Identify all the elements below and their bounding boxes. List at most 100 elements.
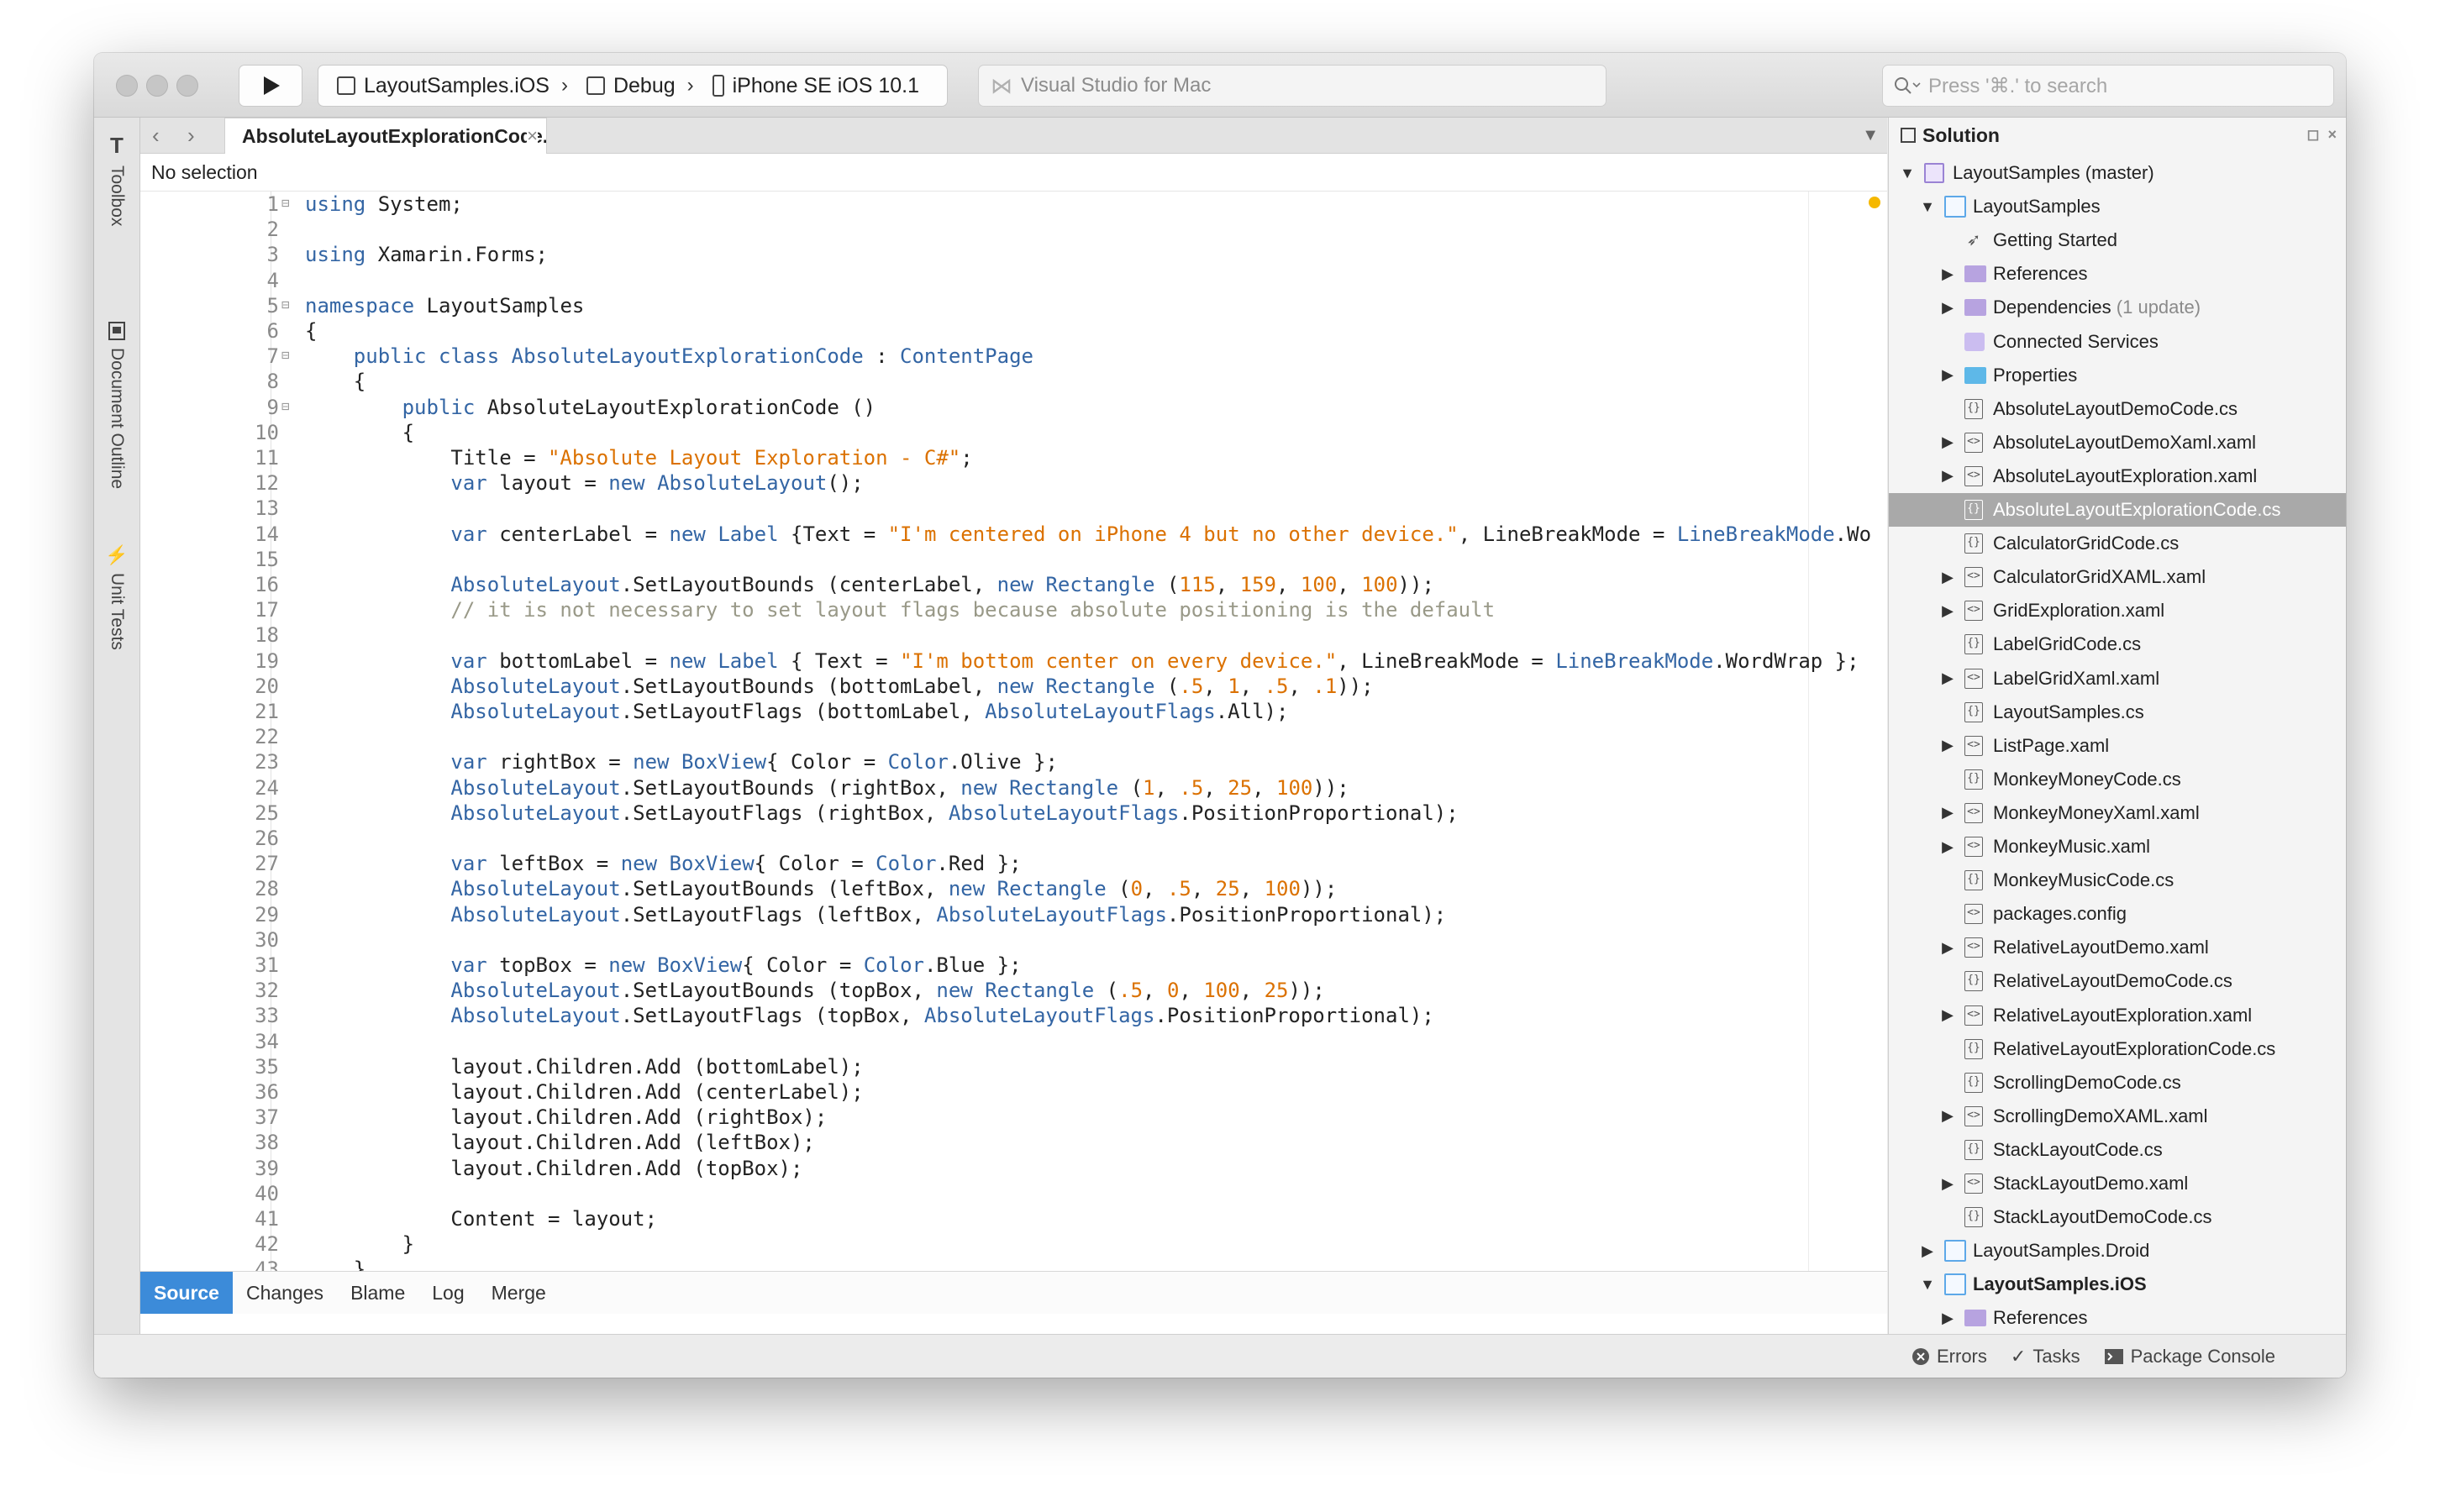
document-outline-pad-tab[interactable]: Document Outline	[94, 321, 139, 489]
package-console-button[interactable]: Package Console	[2104, 1346, 2275, 1368]
code-line[interactable]: 6{	[140, 318, 1887, 344]
tree-item[interactable]: ▶ <> MonkeyMoneyXaml.xaml	[1889, 796, 2346, 830]
tree-item[interactable]: {} ScrollingDemoCode.cs	[1889, 1066, 2346, 1100]
disclosure-collapsed-icon[interactable]: ▶	[1939, 602, 1956, 620]
configuration-selector[interactable]: Debug ›	[586, 74, 694, 98]
device-selector[interactable]: iPhone SE iOS 10.1	[712, 74, 919, 98]
fold-toggle-icon[interactable]: ⊟	[281, 192, 290, 216]
tree-item[interactable]: {} LayoutSamples.cs	[1889, 696, 2346, 729]
disclosure-expanded-icon[interactable]: ▼	[1919, 198, 1936, 216]
disclosure-collapsed-icon[interactable]: ▶	[1939, 1310, 1956, 1327]
code-line[interactable]: 15	[140, 547, 1887, 572]
disclosure-collapsed-icon[interactable]: ▶	[1939, 1107, 1956, 1125]
tree-item[interactable]: ▶ LayoutSamples.Droid	[1889, 1234, 2346, 1268]
tree-item[interactable]: ▶ <> ListPage.xaml	[1889, 729, 2346, 763]
code-line[interactable]: 8 {	[140, 369, 1887, 394]
disclosure-collapsed-icon[interactable]: ▶	[1939, 669, 1956, 687]
disclosure-collapsed-icon[interactable]: ▶	[1939, 467, 1956, 485]
close-window-button[interactable]	[116, 75, 138, 97]
tree-item[interactable]: ▶ References	[1889, 1301, 2346, 1334]
tree-item[interactable]: ▼ LayoutSamples.iOS	[1889, 1268, 2346, 1301]
code-line[interactable]: 34	[140, 1029, 1887, 1054]
code-line[interactable]: 16 AbsoluteLayout.SetLayoutBounds (cente…	[140, 572, 1887, 597]
close-pad-icon[interactable]: ×	[2327, 126, 2337, 143]
code-line[interactable]: 42 }	[140, 1231, 1887, 1257]
code-line[interactable]: 14 var centerLabel = new Label {Text = "…	[140, 522, 1887, 547]
tree-item[interactable]: ▶ References	[1889, 257, 2346, 291]
code-area[interactable]: 1 ⊟ using System; 2 3 using Xamarin.Forms; 4 5 ⊟…	[140, 192, 1887, 1271]
code-line[interactable]: 28 AbsoluteLayout.SetLayoutBounds (leftB…	[140, 876, 1887, 901]
disclosure-collapsed-icon[interactable]: ▶	[1939, 299, 1956, 317]
navigation-bar[interactable]: No selection	[140, 154, 1887, 192]
code-line[interactable]: 37 layout.Children.Add (rightBox);	[140, 1105, 1887, 1130]
disclosure-collapsed-icon[interactable]: ▶	[1939, 1006, 1956, 1024]
code-line[interactable]: 43 }	[140, 1257, 1887, 1271]
disclosure-collapsed-icon[interactable]: ▶	[1939, 433, 1956, 451]
dock-icon[interactable]: ◻	[2307, 126, 2320, 143]
code-line[interactable]: 32 AbsoluteLayout.SetLayoutBounds (topBo…	[140, 978, 1887, 1003]
run-button[interactable]	[239, 65, 302, 107]
toolbox-pad-tab[interactable]: T Toolbox	[94, 133, 139, 226]
code-line[interactable]: 25 AbsoluteLayout.SetLayoutFlags (rightB…	[140, 801, 1887, 826]
tree-item[interactable]: {} MonkeyMoneyCode.cs	[1889, 763, 2346, 796]
fold-toggle-icon[interactable]: ⊟	[281, 343, 290, 368]
tree-item[interactable]: {} AbsoluteLayoutDemoCode.cs	[1889, 392, 2346, 426]
code-line[interactable]: 7 ⊟ public class AbsoluteLayoutExploratio…	[140, 344, 1887, 369]
disclosure-collapsed-icon[interactable]: ▶	[1939, 265, 1956, 283]
tree-item[interactable]: {} MonkeyMusicCode.cs	[1889, 864, 2346, 897]
document-tab[interactable]: AbsoluteLayoutExplorationCode.cs ×	[224, 118, 547, 154]
tab-log[interactable]: Log	[418, 1272, 477, 1314]
tree-item[interactable]: ▶ <> AbsoluteLayoutExploration.xaml	[1889, 459, 2346, 493]
code-line[interactable]: 31 var topBox = new BoxView{ Color = Col…	[140, 953, 1887, 978]
code-line[interactable]: 40	[140, 1181, 1887, 1206]
back-arrow-icon[interactable]: ‹	[152, 123, 160, 149]
tree-item[interactable]: {} CalculatorGridCode.cs	[1889, 527, 2346, 560]
tab-changes[interactable]: Changes	[233, 1272, 337, 1314]
tree-item[interactable]: ▶ <> RelativeLayoutDemo.xaml	[1889, 931, 2346, 964]
tab-merge[interactable]: Merge	[478, 1272, 560, 1314]
errors-button[interactable]: Errors	[1912, 1346, 1987, 1368]
search-input[interactable]: Press '⌘.' to search	[1882, 65, 2334, 107]
disclosure-collapsed-icon[interactable]: ▶	[1939, 939, 1956, 957]
code-line[interactable]: 41 Content = layout;	[140, 1206, 1887, 1231]
tree-item[interactable]: ▼ LayoutSamples	[1889, 190, 2346, 223]
code-line[interactable]: 24 AbsoluteLayout.SetLayoutBounds (right…	[140, 775, 1887, 801]
tree-item[interactable]: ▶ <> RelativeLayoutExploration.xaml	[1889, 999, 2346, 1032]
tab-list-dropdown-icon[interactable]: ▼	[1862, 126, 1879, 145]
tasks-button[interactable]: ✓ Tasks	[2011, 1346, 2080, 1368]
code-line[interactable]: 33 AbsoluteLayout.SetLayoutFlags (topBox…	[140, 1003, 1887, 1028]
disclosure-collapsed-icon[interactable]: ▶	[1939, 804, 1956, 822]
forward-arrow-icon[interactable]: ›	[187, 123, 195, 149]
code-line[interactable]: 22	[140, 724, 1887, 749]
code-line[interactable]: 5 ⊟ namespace LayoutSamples	[140, 293, 1887, 318]
tree-item[interactable]: {} StackLayoutDemoCode.cs	[1889, 1200, 2346, 1234]
code-line[interactable]: 26	[140, 826, 1887, 851]
unit-tests-pad-tab[interactable]: ⚡ Unit Tests	[94, 544, 139, 650]
tree-item[interactable]: {} RelativeLayoutExplorationCode.cs	[1889, 1032, 2346, 1066]
tree-item[interactable]: ▼ LayoutSamples (master)	[1889, 156, 2346, 190]
tree-item[interactable]: ▶ <> StackLayoutDemo.xaml	[1889, 1167, 2346, 1200]
tree-item[interactable]: ▶ Properties	[1889, 359, 2346, 392]
tab-source[interactable]: Source	[140, 1272, 233, 1314]
code-line[interactable]: 27 var leftBox = new BoxView{ Color = Co…	[140, 851, 1887, 876]
disclosure-collapsed-icon[interactable]: ▶	[1919, 1242, 1936, 1260]
code-line[interactable]: 36 layout.Children.Add (centerLabel);	[140, 1079, 1887, 1105]
code-line[interactable]: 29 AbsoluteLayout.SetLayoutFlags (leftBo…	[140, 902, 1887, 927]
tree-item[interactable]: ▶ <> ScrollingDemoXAML.xaml	[1889, 1100, 2346, 1133]
code-line[interactable]: 20 AbsoluteLayout.SetLayoutBounds (botto…	[140, 674, 1887, 699]
tree-item[interactable]: ▶ <> CalculatorGridXAML.xaml	[1889, 560, 2346, 594]
code-line[interactable]: 13	[140, 496, 1887, 521]
code-line[interactable]: 4	[140, 268, 1887, 293]
code-line[interactable]: 30	[140, 927, 1887, 953]
tree-item[interactable]: {} LabelGridCode.cs	[1889, 627, 2346, 661]
code-line[interactable]: 9 ⊟ public AbsoluteLayoutExplorationCode …	[140, 395, 1887, 420]
fold-toggle-icon[interactable]: ⊟	[281, 394, 290, 419]
tree-item[interactable]: <> packages.config	[1889, 897, 2346, 931]
tree-item[interactable]: ▶ <> LabelGridXaml.xaml	[1889, 662, 2346, 696]
code-line[interactable]: 2	[140, 217, 1887, 242]
code-line[interactable]: 23 var rightBox = new BoxView{ Color = C…	[140, 749, 1887, 774]
code-line[interactable]: 39 layout.Children.Add (topBox);	[140, 1156, 1887, 1181]
tree-item[interactable]: Connected Services	[1889, 325, 2346, 359]
code-line[interactable]: 19 var bottomLabel = new Label { Text = …	[140, 648, 1887, 674]
code-line[interactable]: 17 // it is not necessary to set layout …	[140, 597, 1887, 622]
